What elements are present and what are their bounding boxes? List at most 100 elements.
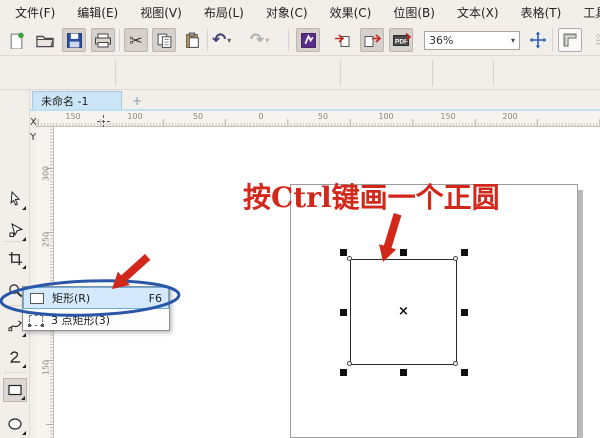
import-icon <box>335 33 350 47</box>
menu-table[interactable]: 表格(T) <box>510 1 573 24</box>
new-tab-button[interactable]: + <box>130 94 144 108</box>
shape-tool-icon <box>9 223 23 237</box>
vruler-label: 150 <box>41 359 51 376</box>
selection-handle-sw[interactable] <box>340 369 347 376</box>
zoom-level-combo[interactable]: 36% ▾ <box>424 31 520 50</box>
three-point-rectangle-icon <box>28 314 44 327</box>
new-document-button[interactable] <box>4 28 28 52</box>
paste-icon <box>185 32 199 48</box>
hruler-label: 100 <box>378 112 394 121</box>
document-tab-bar: 未命名 -1 + <box>30 90 600 110</box>
corner-node-sw[interactable] <box>347 361 352 366</box>
hruler-label: 150 <box>65 112 81 121</box>
redo-dropdown-caret[interactable]: ▾ <box>265 36 269 45</box>
menu-bar: 文件(F) 编辑(E) 视图(V) 布局(L) 对象(C) 效果(C) 位图(B… <box>0 0 600 24</box>
export-icon <box>364 33 381 47</box>
shape-tool[interactable] <box>3 218 27 242</box>
app-launcher-icon <box>300 32 316 48</box>
publish-pdf-button[interactable]: PDF <box>389 28 413 52</box>
import-button[interactable] <box>330 28 354 52</box>
save-button[interactable] <box>62 28 86 52</box>
menu-view[interactable]: 视图(V) <box>129 1 193 24</box>
paste-button[interactable] <box>180 28 204 52</box>
propbar-separator <box>340 60 341 86</box>
property-bar: X: Y: ↔ ↕ % % ↺ ° <box>0 56 600 144</box>
selection-handle-n[interactable] <box>400 249 407 256</box>
undo-dropdown-caret[interactable]: ▾ <box>227 36 231 45</box>
horizontal-ruler[interactable]: 150 100 50 0 50 100 150 200 <box>36 111 600 127</box>
menu-bitmaps[interactable]: 位图(B) <box>382 1 446 24</box>
fit-page-button[interactable] <box>526 28 550 52</box>
ellipse-tool-icon <box>8 418 22 430</box>
rectangle-flyout-menu: 矩形(R) F6 3 点矩形(3) <box>22 286 170 331</box>
selection-handle-ne[interactable] <box>461 249 468 256</box>
menu-text[interactable]: 文本(X) <box>446 1 510 24</box>
hruler-label: 0 <box>258 112 264 121</box>
chevron-down-icon[interactable]: ▾ <box>511 36 515 45</box>
selection-handle-e[interactable] <box>461 309 468 316</box>
copy-icon <box>157 33 171 48</box>
object-center-mark[interactable]: × <box>398 304 409 319</box>
redo-button[interactable]: ↷ ▾ <box>250 28 269 52</box>
export-button[interactable] <box>360 28 384 52</box>
document-tab-active[interactable]: 未命名 -1 <box>32 91 122 110</box>
pick-tool[interactable] <box>3 187 27 211</box>
print-button[interactable] <box>91 28 115 52</box>
document-title: 未命名 -1 <box>41 95 89 108</box>
cut-icon: ✂ <box>129 30 143 50</box>
hruler-label: 200 <box>502 112 518 121</box>
selection-handle-se[interactable] <box>461 369 468 376</box>
ellipse-tool[interactable] <box>3 412 27 436</box>
undo-button[interactable]: ↶ ▾ <box>212 28 231 52</box>
flyout-item-label: 3 点矩形(3) <box>51 314 111 327</box>
new-document-icon <box>10 32 24 49</box>
vertical-ruler[interactable]: 300 250 150 <box>36 127 54 438</box>
menu-file[interactable]: 文件(F) <box>4 1 66 24</box>
fit-page-icon <box>529 31 547 49</box>
menu-tools[interactable]: 工具(O) <box>572 1 600 24</box>
menu-edit[interactable]: 编辑(E) <box>66 1 129 24</box>
flyout-item-rectangle[interactable]: 矩形(R) F6 <box>23 287 169 309</box>
flyout-item-3point-rectangle[interactable]: 3 点矩形(3) <box>23 309 169 331</box>
coreldraw-window: 文件(F) 编辑(E) 视图(V) 布局(L) 对象(C) 效果(C) 位图(B… <box>0 0 600 438</box>
vruler-label: 250 <box>41 231 51 248</box>
selection-handle-nw[interactable] <box>340 249 347 256</box>
app-launcher-button[interactable] <box>296 28 320 52</box>
rectangle-icon <box>30 292 44 304</box>
copy-button[interactable] <box>152 28 176 52</box>
menu-object[interactable]: 对象(C) <box>255 1 319 24</box>
propbar-separator <box>493 60 494 86</box>
open-button[interactable] <box>33 28 57 52</box>
rulers-icon <box>563 33 577 47</box>
selection-handle-s[interactable] <box>400 369 407 376</box>
grid-button[interactable] <box>590 28 600 52</box>
toolbar-separator <box>207 29 208 51</box>
smart-drawing-tool[interactable] <box>3 345 27 369</box>
menu-effects[interactable]: 效果(C) <box>319 1 383 24</box>
corner-node-se[interactable] <box>453 361 458 366</box>
open-folder-icon <box>36 35 54 47</box>
flyout-item-shortcut: F6 <box>148 291 162 305</box>
propbar-separator <box>432 60 433 86</box>
toolbox-separator <box>4 372 26 373</box>
show-rulers-button[interactable] <box>558 28 582 52</box>
pdf-icon: PDF <box>392 32 411 46</box>
selection-handle-w[interactable] <box>340 309 347 316</box>
undo-icon: ↶ <box>212 29 227 50</box>
cut-button[interactable]: ✂ <box>124 28 148 52</box>
toolbox-separator <box>4 241 26 242</box>
vruler-label: 300 <box>41 165 51 182</box>
toolbar-separator <box>288 29 289 51</box>
hruler-label: 100 <box>127 112 143 121</box>
corner-node-ne[interactable] <box>453 256 458 261</box>
propbar-separator <box>115 60 116 86</box>
corner-node-nw[interactable] <box>347 256 352 261</box>
crop-tool[interactable] <box>3 246 27 270</box>
freehand-tool-icon <box>7 319 22 331</box>
menu-layout[interactable]: 布局(L) <box>193 1 255 24</box>
rectangle-tool[interactable] <box>3 378 27 402</box>
crop-tool-icon <box>8 251 22 265</box>
hruler-label: 50 <box>192 112 204 121</box>
toolbar-separator <box>119 29 120 51</box>
hruler-label: 50 <box>317 112 329 121</box>
